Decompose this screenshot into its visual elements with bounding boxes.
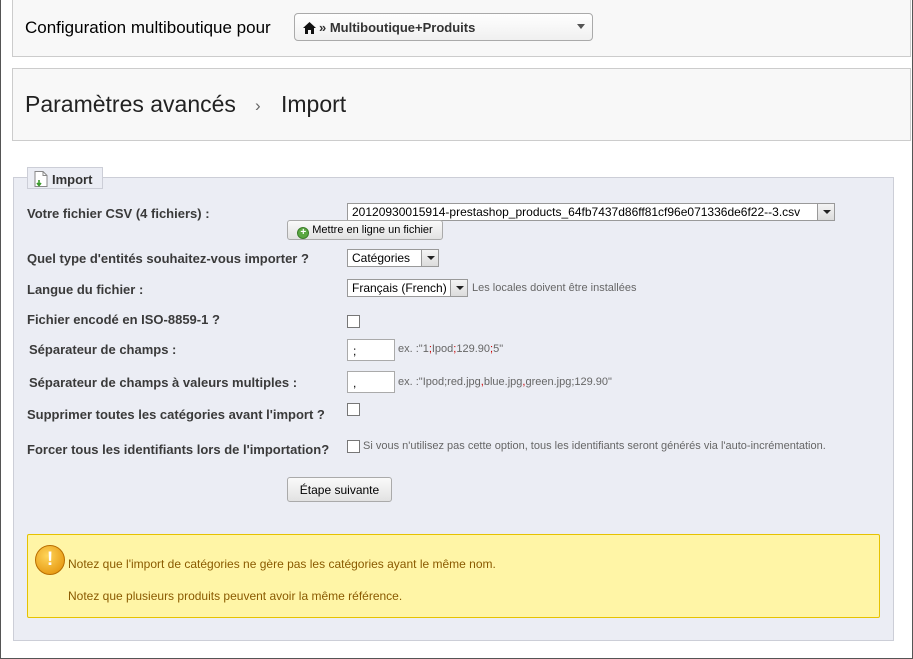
- entity-type-select[interactable]: Catégories: [347, 249, 439, 267]
- truncate-categories-checkbox[interactable]: [347, 403, 360, 416]
- force-ids-hint: Si vous n'utilisez pas cette option, tou…: [363, 440, 826, 452]
- iso-encoding-label: Fichier encodé en ISO-8859-1 ?: [27, 312, 220, 327]
- entity-type-value: Catégories: [352, 251, 411, 265]
- legend-label: Import: [52, 172, 93, 187]
- file-import-icon: [34, 171, 48, 190]
- entity-type-label: Quel type d'entités souhaitez-vous impor…: [27, 251, 309, 266]
- force-ids-label: Forcer tous les identifiants lors de l'i…: [27, 442, 330, 457]
- page-header: Paramètres avancés › Import: [12, 68, 911, 141]
- page-title: Import: [281, 91, 347, 117]
- warning-box: ! Notez que l'import de catégories ne gè…: [27, 534, 880, 618]
- warning-message-references: Notez que plusieurs produits peuvent avo…: [68, 589, 403, 603]
- example-text: blue.jpg: [483, 376, 523, 388]
- example-text: Ipod: [431, 343, 454, 355]
- file-language-value: Français (French): [352, 281, 447, 295]
- home-icon: [303, 22, 316, 37]
- chevron-down-icon: [577, 24, 585, 29]
- example-text: ex. :"Ipod;red.jpg: [398, 376, 481, 388]
- shop-context-value: » Multiboutique+Produits: [319, 20, 476, 35]
- field-separator-example: ex. :"1;Ipod;129.90;5": [398, 343, 503, 355]
- field-separator-label: Séparateur de champs :: [29, 342, 177, 357]
- csv-file-select[interactable]: 20120930015914-prestashop_products_64fb7…: [347, 203, 835, 221]
- add-icon: +: [297, 227, 310, 239]
- multi-separator-input[interactable]: ,: [347, 371, 395, 393]
- fieldset-legend: Import: [27, 167, 103, 189]
- warning-message-categories: Notez que l'import de catégories ne gère…: [68, 557, 496, 571]
- chevron-down-icon: [450, 280, 467, 296]
- multishop-bar: Configuration multiboutique pour » Multi…: [12, 0, 911, 57]
- multi-separator-example: ex. :"Ipod;red.jpg,blue.jpg,green.jpg;12…: [398, 376, 612, 388]
- shop-context-select[interactable]: » Multiboutique+Produits: [294, 13, 593, 41]
- example-text: ex. :"1: [398, 343, 429, 355]
- warning-icon: !: [35, 545, 65, 575]
- multishop-label: Configuration multiboutique pour: [25, 18, 271, 37]
- iso-encoding-checkbox[interactable]: [347, 315, 360, 328]
- chevron-down-icon: [817, 204, 834, 220]
- example-text: green.jpg;129.90": [525, 376, 612, 388]
- field-separator-input[interactable]: ;: [347, 339, 395, 361]
- truncate-categories-label: Supprimer toutes les catégories avant l'…: [27, 407, 325, 422]
- chevron-down-icon: [421, 250, 438, 266]
- upload-file-label: Mettre en ligne un fichier: [312, 224, 433, 236]
- file-language-select[interactable]: Français (French): [347, 279, 468, 297]
- multi-separator-label: Séparateur de champs à valeurs multiples…: [29, 375, 298, 390]
- example-text: 5": [493, 343, 504, 355]
- file-language-label: Langue du fichier :: [27, 282, 144, 297]
- force-ids-checkbox[interactable]: [347, 440, 360, 453]
- breadcrumb-separator-icon: ›: [255, 96, 261, 115]
- csv-file-value: 20120930015914-prestashop_products_64fb7…: [352, 205, 801, 219]
- upload-file-button[interactable]: + Mettre en ligne un fichier: [287, 220, 443, 240]
- language-hint: Les locales doivent être installées: [472, 282, 637, 294]
- csv-file-label: Votre fichier CSV (4 fichiers) :: [27, 206, 210, 221]
- breadcrumb[interactable]: Paramètres avancés: [25, 91, 236, 118]
- next-step-button[interactable]: Étape suivante: [287, 477, 392, 502]
- example-text: 129.90: [456, 343, 491, 355]
